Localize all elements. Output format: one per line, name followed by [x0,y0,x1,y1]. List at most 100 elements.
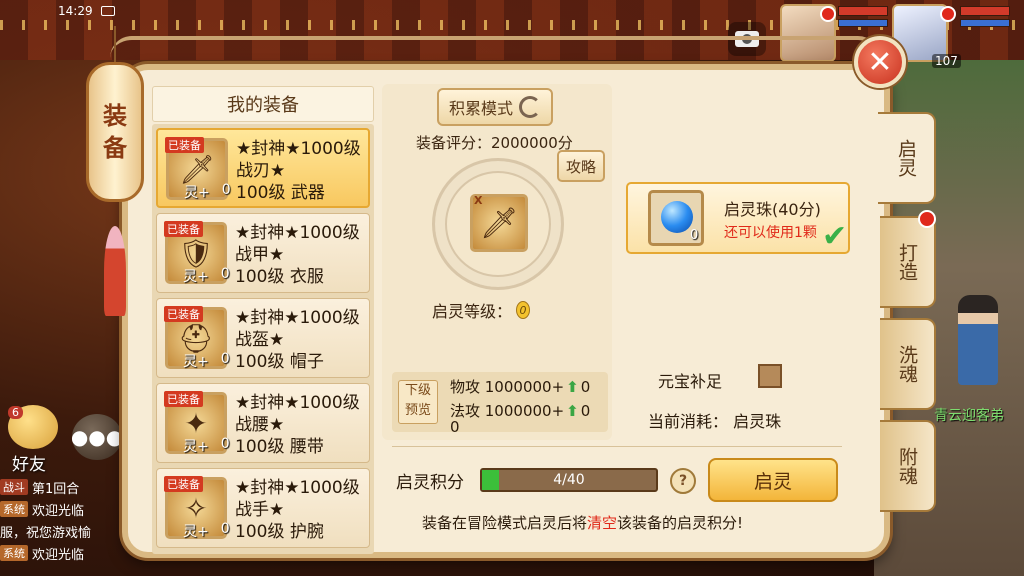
hero-1-bars [838,6,888,34]
preview-label: 下级 预览 [398,380,438,424]
consume-label: 当前消耗： [648,412,729,431]
tab-attach-soul[interactable]: 附魂 [880,420,936,512]
activate-spirit-button[interactable]: 启灵 [708,458,838,502]
bead-count: 0 [690,228,699,243]
spirit-level: 灵+ 0 [183,266,230,286]
blue-orb-icon [661,201,693,233]
current-consume: 当前消耗： 启灵珠 [648,408,781,432]
tab-forge[interactable]: 打造 [880,216,936,308]
spirit-level-label: 启灵等级： [432,302,513,321]
bead-usage: 还可以使用1颗 [724,225,817,241]
battery-icon [100,6,115,16]
equipment-text: ★封神★1000级战甲★ 100级 衣服 [235,222,369,288]
chat-button[interactable]: ●●● [71,414,123,460]
tab-label: 打造 [896,243,918,281]
equipment-name: ★封神★1000级战手★ [235,478,360,520]
refresh-icon [519,96,541,118]
chat-log[interactable]: 战斗 第1回合 系统 欢迎光临 服，祝您游戏愉 系统 欢迎光临 [0,476,130,564]
chat-text: 欢迎光临 [32,547,85,563]
chat-tag: 系统 [0,501,28,517]
strategy-button[interactable]: 攻略 [557,150,605,182]
equipment-title-lantern: 装 备 [86,62,144,202]
chat-text: 服，祝您游戏愉 [0,525,92,541]
preview-label-line: 下级 [404,383,431,398]
progress-text: 4/40 [553,472,585,488]
footer-highlight: 清空 [587,514,618,532]
tab-label: 洗魂 [896,345,918,383]
equipped-badge: 已装备 [164,476,203,492]
consume-item: 启灵珠 [733,412,782,431]
chat-text: 第1回合 [32,481,80,497]
spirit-label: 灵+ [183,524,209,540]
equipment-level-slot: 100级 衣服 [235,267,324,287]
equipment-text: ★封神★1000级战盔★ 100级 帽子 [235,307,369,373]
equipment-text: ★封神★1000级战腰★ 100级 腰带 [235,392,369,458]
equipment-level-slot: 100级 帽子 [235,352,324,372]
lantern-char: 备 [103,133,127,162]
friend-label[interactable]: 好友 [12,450,46,475]
close-icon: ✕ [867,44,893,80]
notification-dot [940,6,956,22]
tab-label: 附魂 [896,447,918,485]
stat-label: 物攻 1000000+ [450,378,565,396]
notification-dot [820,6,836,22]
lantern-char: 装 [103,101,127,130]
equipment-name: ★封神★1000级战腰★ [235,393,360,435]
friend-level-badge: 6 [8,406,23,419]
tab-spirit[interactable]: 启灵 [878,112,936,204]
equipment-item[interactable]: 已装备 ✧ 灵+ 0 ★封神★1000级战手★ 100级 护腕 [156,468,370,548]
arrow-up-icon: ⬆ [566,377,579,396]
bead-name: 启灵珠(40分) [724,200,821,219]
chat-line: 系统 欢迎光临 [0,542,130,564]
spirit-label: 灵+ [183,439,209,455]
status-bar: 14:29 [58,2,115,20]
chat-text: 欢迎光临 [32,503,85,519]
stat-magic-attack-trailing: 0 [450,418,460,436]
blade-icon: 🗡 [479,205,519,241]
stat-gain: 0 [580,377,591,396]
accumulate-mode-label: 积累模式 [448,99,513,118]
help-button[interactable]: ? [670,468,696,494]
ingot-refill-checkbox[interactable] [758,364,782,388]
npc-character[interactable] [958,295,998,385]
equipment-level-slot: 100级 护腕 [235,522,324,542]
tab-wash-soul[interactable]: 洗魂 [880,318,936,410]
stat-gain: 0 [580,401,591,420]
stat-magic-attack: 法攻 1000000+ ⬆ 0 [450,400,590,421]
equipment-item[interactable]: 已装备 ✦ 灵+ 0 ★封神★1000级战腰★ 100级 腰带 [156,383,370,463]
notification-dot [918,210,936,228]
spirit-level: 灵+ 0 [183,351,230,371]
spirit-value: 0 [220,351,230,367]
spirit-level: 灵+ 0 [184,182,231,202]
spirit-points-progress: 4/40 [480,468,658,492]
accumulate-mode-button[interactable]: 积累模式 [437,88,553,126]
slot-mark: X [474,194,483,207]
chat-line: 系统 欢迎光临 [0,498,130,520]
equipment-item[interactable]: 已装备 ⛑ 灵+ 0 ★封神★1000级战盔★ 100级 帽子 [156,298,370,378]
equipment-name: ★封神★1000级战刃★ [236,139,361,181]
equipped-badge: 已装备 [164,306,203,322]
spirit-label: 灵+ [183,354,209,370]
footer-text: 该装备的启灵积分! [617,514,744,532]
spirit-value: 0 [221,182,231,198]
equipment-item[interactable]: 已装备 🗡 灵+ 0 ★封神★1000级战刃★ 100级 武器 [156,128,370,208]
chat-line: 服，祝您游戏愉 [0,520,130,542]
checkmark-icon: ✔ [822,219,848,254]
spirit-value: 0 [220,266,230,282]
spirit-value: 0 [220,436,230,452]
panel-top-trim [110,36,880,58]
equipment-list[interactable]: 已装备 🗡 灵+ 0 ★封神★1000级战刃★ 100级 武器 已装备 🛡 灵+… [152,124,374,554]
equipment-text: ★封神★1000级战手★ 100级 护腕 [235,477,369,543]
close-button[interactable]: ✕ [854,36,906,88]
divider [392,446,842,447]
spirit-level: 灵+ 0 [183,521,230,541]
spirit-points-label: 启灵积分 [396,473,464,493]
equipment-item[interactable]: 已装备 🛡 灵+ 0 ★封神★1000级战甲★ 100级 衣服 [156,213,370,293]
status-time: 14:29 [58,4,93,18]
stat-phys-attack: 物攻 1000000+ ⬆ 0 [450,376,590,397]
hero-level: 107 [932,54,961,68]
lantern-rope [114,26,116,66]
spirit-label: 灵+ [183,269,209,285]
chat-tag: 系统 [0,545,28,561]
spirit-label: 灵+ [184,185,210,201]
